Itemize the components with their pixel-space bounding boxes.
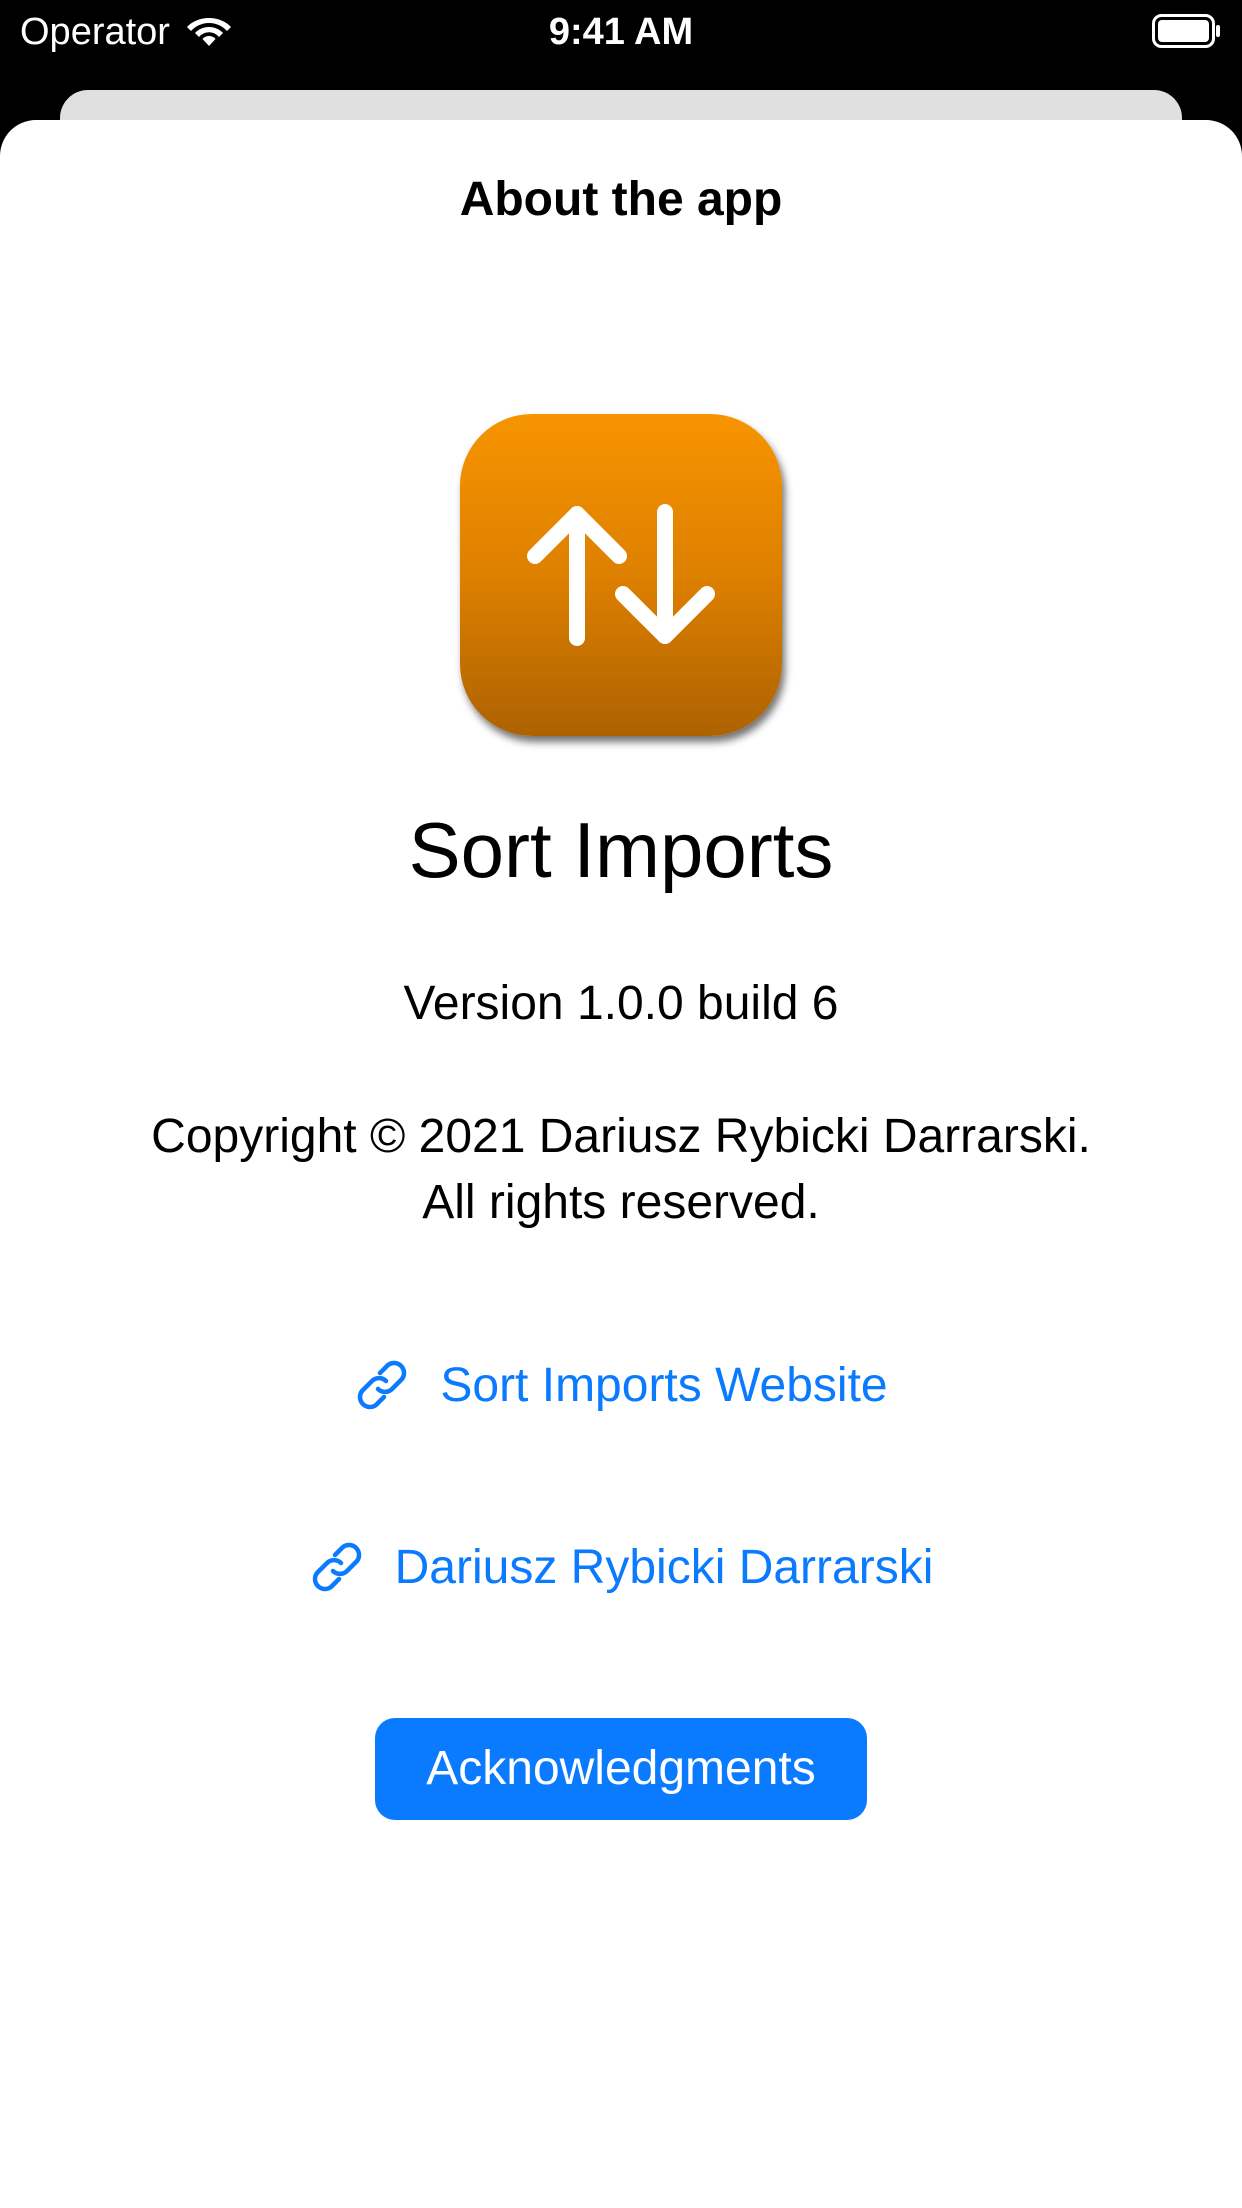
link-icon — [312, 1542, 361, 1592]
app-icon — [460, 414, 782, 736]
battery-full-icon — [1152, 14, 1220, 48]
status-bar: Operator 9:41 AM — [0, 0, 1242, 90]
link-icon — [358, 1360, 407, 1410]
version-label: Version 1.0.0 build 6 — [403, 977, 839, 1030]
author-link[interactable]: Dariusz Rybicki Darrarski — [0, 1527, 1242, 1607]
rights-line: All rights reserved. — [422, 1176, 820, 1229]
copyright-text: Copyright © 2021 Dariusz Rybicki Darrars… — [0, 1104, 1242, 1236]
website-link-label: Sort Imports Website — [440, 1358, 888, 1412]
copyright-line: Copyright © 2021 Dariusz Rybicki Darrars… — [151, 1110, 1091, 1163]
website-link[interactable]: Sort Imports Website — [0, 1345, 1242, 1425]
app-name: Sort Imports — [408, 806, 834, 894]
acknowledgments-button[interactable]: Acknowledgments — [375, 1718, 867, 1820]
page-title: About the app — [459, 173, 783, 226]
sort-arrows-icon — [527, 504, 715, 646]
status-time: 9:41 AM — [548, 11, 694, 53]
author-link-label: Dariusz Rybicki Darrarski — [394, 1540, 934, 1594]
